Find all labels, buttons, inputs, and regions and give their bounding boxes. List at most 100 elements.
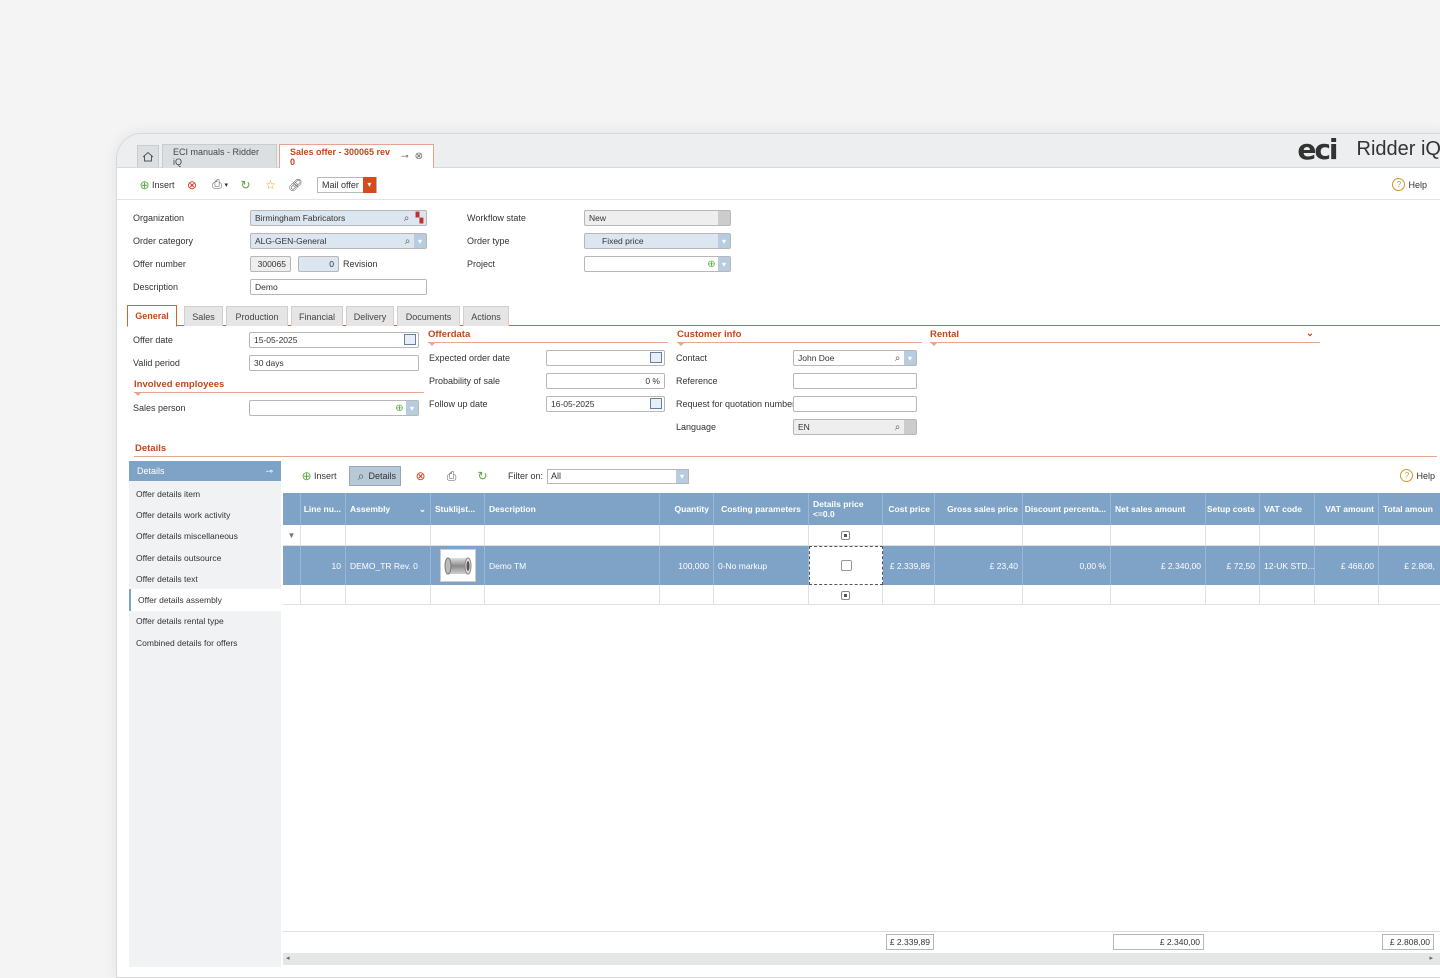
- reference-field[interactable]: [793, 373, 917, 389]
- filter-cell[interactable]: [714, 525, 809, 546]
- link-button[interactable]: 🔗︎: [288, 177, 303, 192]
- map-icon[interactable]: ▚: [413, 211, 426, 225]
- filter-cell[interactable]: [883, 525, 935, 546]
- tab-financial[interactable]: Financial: [291, 306, 343, 326]
- new-row-checkbox[interactable]: [809, 585, 883, 605]
- organization-field[interactable]: Birmingham Fabricators ⌕ ▚: [250, 210, 427, 226]
- filter-cell[interactable]: [485, 525, 660, 546]
- col-total-amount[interactable]: Total amoun: [1379, 493, 1439, 525]
- cell-vat-amount[interactable]: £ 468,00: [1315, 546, 1379, 585]
- tab-general[interactable]: General: [127, 305, 177, 327]
- probability-field[interactable]: 0 %: [546, 373, 665, 389]
- col-line-number[interactable]: Line nu...: [301, 493, 346, 525]
- workflow-state-field[interactable]: New: [584, 210, 731, 226]
- filter-select[interactable]: All ▾: [547, 468, 690, 484]
- insert-button[interactable]: ⊕ Insert: [137, 177, 174, 192]
- filter-cell[interactable]: [346, 525, 431, 546]
- favorite-button[interactable]: ☆: [263, 177, 278, 192]
- col-description[interactable]: Description: [485, 493, 660, 525]
- col-vat-amount[interactable]: VAT amount: [1315, 493, 1379, 525]
- order-type-select[interactable]: Fixed price ▾: [584, 233, 731, 249]
- close-icon[interactable]: ⊗: [415, 151, 423, 162]
- tab-sales-offer[interactable]: Sales offer - 300065 rev 0 ⊸ ⊗: [279, 144, 434, 168]
- cell-details-price-checkbox[interactable]: [809, 546, 883, 585]
- valid-period-field[interactable]: 30 days: [249, 355, 419, 371]
- plus-circle-icon[interactable]: ⊕: [393, 401, 406, 415]
- table-row[interactable]: 10 DEMO_TR Rev. 0 Demo TM 100,000 0-No m…: [283, 546, 1440, 585]
- offer-date-field[interactable]: 15-05-2025: [249, 332, 419, 348]
- print-button[interactable]: ⎙ ▾: [210, 177, 228, 192]
- cell-description[interactable]: Demo TM: [485, 546, 660, 585]
- col-discount-percentage[interactable]: Discount percenta...: [1023, 493, 1111, 525]
- col-gross-sales-price[interactable]: Gross sales price: [935, 493, 1023, 525]
- filter-cell[interactable]: [1260, 525, 1315, 546]
- col-quantity[interactable]: Quantity: [660, 493, 714, 525]
- delete-button[interactable]: ⊗: [185, 177, 200, 192]
- filter-cell[interactable]: [660, 525, 714, 546]
- tab-eci-manuals[interactable]: ECI manuals - Ridder iQ: [162, 144, 277, 168]
- col-stuklijst[interactable]: Stuklijst...: [431, 493, 485, 525]
- filter-checkbox[interactable]: [809, 525, 883, 546]
- search-icon[interactable]: ⌕: [891, 420, 904, 434]
- search-icon[interactable]: ⌕: [891, 351, 904, 365]
- cell-assembly[interactable]: DEMO_TR Rev. 0: [346, 546, 431, 585]
- side-item-rental-type[interactable]: Offer details rental type: [129, 611, 281, 632]
- grid-refresh-button[interactable]: ↻: [471, 466, 494, 486]
- revision-field[interactable]: 0: [298, 256, 339, 272]
- cell-gross-sales-price[interactable]: £ 23,40: [935, 546, 1023, 585]
- project-field[interactable]: ⊕ ▾: [584, 256, 731, 272]
- filter-cell[interactable]: [431, 525, 485, 546]
- mail-offer-select[interactable]: Mail offer ▾: [317, 176, 377, 193]
- side-item-outsource[interactable]: Offer details outsource: [129, 547, 281, 568]
- new-row[interactable]: [283, 585, 1440, 605]
- chevron-down-icon[interactable]: ▾: [718, 257, 730, 271]
- grid-print-button[interactable]: ⎙: [440, 466, 463, 486]
- grid-delete-button[interactable]: ⊗: [409, 466, 432, 486]
- tab-delivery[interactable]: Delivery: [346, 306, 394, 326]
- cell-stuklijst-image[interactable]: [431, 546, 485, 585]
- expected-order-date-field[interactable]: [546, 350, 665, 366]
- col-cost-price[interactable]: Cost price: [883, 493, 935, 525]
- home-tab[interactable]: [137, 145, 159, 167]
- chevron-down-icon[interactable]: ⌄: [1306, 328, 1314, 339]
- col-net-sales-amount[interactable]: Net sales amount: [1111, 493, 1206, 525]
- filter-cell[interactable]: [1111, 525, 1206, 546]
- cell-setup-costs[interactable]: £ 72,50: [1206, 546, 1260, 585]
- side-item-miscellaneous[interactable]: Offer details miscellaneous: [129, 526, 281, 547]
- offer-number-field[interactable]: 300065: [250, 256, 291, 272]
- chevron-down-icon[interactable]: ▾: [718, 234, 730, 248]
- filter-cell[interactable]: [1023, 525, 1111, 546]
- tab-sales[interactable]: Sales: [184, 306, 223, 326]
- search-icon[interactable]: ⌕: [401, 234, 414, 248]
- scroll-right-icon[interactable]: ▸: [1429, 954, 1433, 962]
- side-item-offer-details-item[interactable]: Offer details item: [129, 483, 281, 504]
- filter-cell[interactable]: [935, 525, 1023, 546]
- chevron-down-icon[interactable]: ▾: [406, 401, 418, 415]
- filter-cell[interactable]: [301, 525, 346, 546]
- pin-icon[interactable]: ⊸: [401, 151, 409, 162]
- order-category-field[interactable]: ALG-GEN-General ⌕ ▾: [250, 233, 427, 249]
- grid-insert-button[interactable]: ⊕ Insert: [295, 466, 341, 486]
- search-icon[interactable]: ⌕: [400, 211, 413, 225]
- grid-details-button[interactable]: ⌕ Details: [348, 466, 402, 486]
- cell-quantity[interactable]: 100,000: [660, 546, 714, 585]
- chevron-down-icon[interactable]: ▾: [904, 351, 916, 365]
- cell-line-number[interactable]: 10: [301, 546, 346, 585]
- tab-actions[interactable]: Actions: [463, 306, 509, 326]
- horizontal-scrollbar[interactable]: ◂ ▸: [283, 953, 1440, 965]
- calendar-icon[interactable]: [650, 398, 662, 409]
- sales-person-field[interactable]: ⊕ ▾: [249, 400, 419, 416]
- cell-costing-parameters[interactable]: 0-No markup: [714, 546, 809, 585]
- pin-icon[interactable]: ⊸: [265, 466, 273, 477]
- rental-heading[interactable]: Rental ⌄: [930, 328, 1320, 346]
- chevron-down-icon[interactable]: ▾: [414, 234, 426, 248]
- cell-net-sales-amount[interactable]: £ 2.340,00: [1111, 546, 1206, 585]
- side-item-text[interactable]: Offer details text: [129, 568, 281, 589]
- col-setup-costs[interactable]: Setup costs: [1206, 493, 1260, 525]
- cell-total-amount[interactable]: £ 2.808,: [1379, 546, 1439, 585]
- cell-discount[interactable]: 0,00 %: [1023, 546, 1111, 585]
- col-details-price[interactable]: Details price <=0.0: [809, 493, 883, 525]
- calendar-icon[interactable]: [404, 334, 416, 345]
- filter-icon[interactable]: ▼: [283, 525, 301, 546]
- contact-field[interactable]: John Doe ⌕ ▾: [793, 350, 917, 366]
